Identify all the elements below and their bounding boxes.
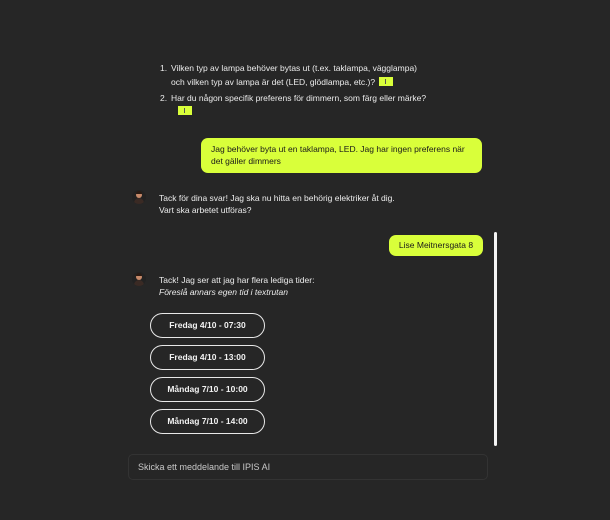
question-line: och vilken typ av lampa är det (LED, glö… bbox=[171, 77, 376, 87]
question-number: 2. bbox=[160, 93, 168, 103]
question-line: Vilken typ av lampa behöver bytas ut (t.… bbox=[171, 63, 417, 73]
assistant-message: Tack för dina svar! Jag ska nu hitta en … bbox=[159, 192, 395, 216]
time-slot-button[interactable]: Måndag 7/10 - 14:00 bbox=[150, 409, 265, 434]
question-item-2: 2. Har du någon specifik preferens för d… bbox=[160, 91, 460, 116]
reference-tag-icon[interactable] bbox=[178, 106, 192, 115]
question-item-1: 1. Vilken typ av lampa behöver bytas ut … bbox=[160, 61, 460, 89]
time-slot-button[interactable]: Fredag 4/10 - 07:30 bbox=[150, 313, 265, 338]
message-composer bbox=[128, 454, 488, 480]
question-line: Har du någon specifik preferens för dimm… bbox=[171, 93, 427, 103]
user-message-bubble: Jag behöver byta ut en taklampa, LED. Ja… bbox=[201, 138, 482, 173]
assistant-message: Tack! Jag ser att jag har flera lediga t… bbox=[159, 274, 314, 298]
time-slot-button[interactable]: Måndag 7/10 - 10:00 bbox=[150, 377, 265, 402]
chat-scrollbar[interactable] bbox=[494, 232, 497, 446]
assistant-message-line: Vart ska arbetet utföras? bbox=[159, 205, 252, 215]
message-input[interactable] bbox=[129, 455, 487, 479]
assistant-question-list: 1. Vilken typ av lampa behöver bytas ut … bbox=[160, 61, 460, 116]
assistant-avatar bbox=[132, 190, 146, 204]
question-number: 1. bbox=[160, 63, 168, 73]
assistant-avatar bbox=[132, 272, 146, 286]
assistant-message-line: Tack för dina svar! Jag ska nu hitta en … bbox=[159, 193, 395, 203]
reference-tag-icon[interactable] bbox=[379, 77, 394, 87]
user-message-bubble: Lise Meitnersgata 8 bbox=[389, 235, 483, 256]
assistant-message-hint: Föreslå annars egen tid i textrutan bbox=[159, 287, 288, 297]
assistant-message-line: Tack! Jag ser att jag har flera lediga t… bbox=[159, 275, 315, 285]
time-slot-button[interactable]: Fredag 4/10 - 13:00 bbox=[150, 345, 265, 370]
